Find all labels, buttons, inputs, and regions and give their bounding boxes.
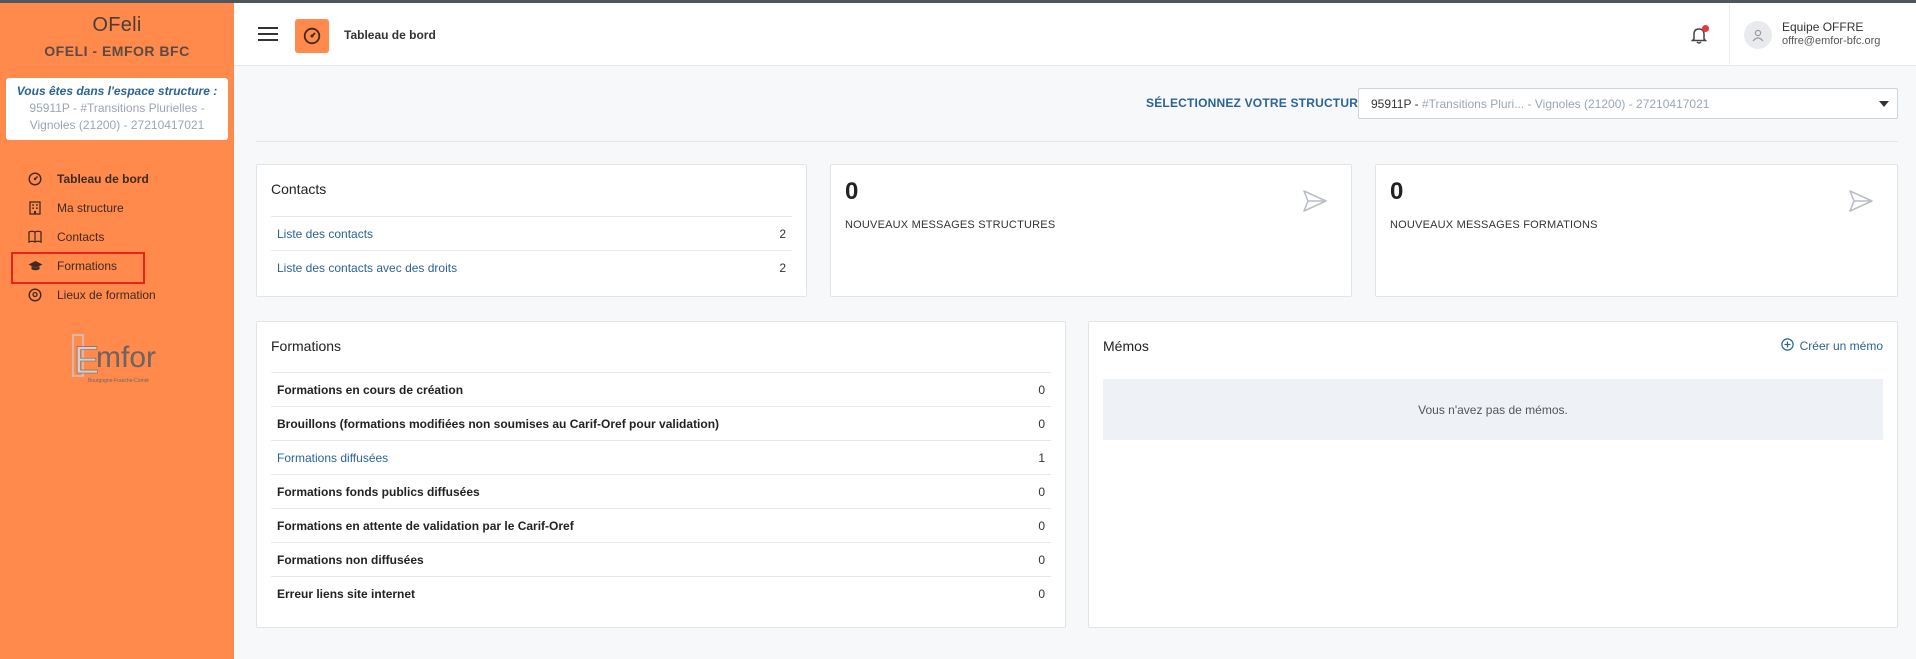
formation-row-label: Formations non diffusées	[277, 552, 424, 567]
table-row[interactable]: Erreur liens site internet 0	[271, 576, 1051, 610]
chevron-down-icon	[1879, 101, 1889, 107]
table-row[interactable]: Formations diffusées 1	[271, 440, 1051, 474]
formation-row-count: 0	[1038, 518, 1045, 533]
notification-bell-icon[interactable]	[1688, 24, 1710, 46]
formation-row-label: Erreur liens site internet	[277, 586, 416, 601]
memos-empty-state: Vous n'avez pas de mémos.	[1103, 379, 1883, 440]
top-header: Tableau de bord Equipe OFFRE offre@emfor…	[234, 3, 1916, 66]
sidebar-item-formations[interactable]: Formations	[0, 251, 234, 284]
org-name: OFELI - EMFOR BFC	[44, 43, 190, 59]
sidebar-item-contacts[interactable]: Contacts	[0, 222, 234, 251]
book-icon	[27, 229, 43, 245]
structure-select-label: SÉLECTIONNEZ VOTRE STRUCTURE	[1146, 96, 1367, 110]
list-item[interactable]: Liste des contacts 2	[271, 216, 792, 250]
plus-circle-icon	[1780, 338, 1794, 354]
table-row[interactable]: Formations non diffusées 0	[271, 542, 1051, 576]
contacts-rights-link[interactable]: Liste des contacts avec des droits	[277, 261, 457, 275]
sidebar-nav: Tableau de bord Ma structure Contacts Fo…	[0, 164, 234, 309]
svg-text:mfor: mfor	[96, 341, 156, 374]
map-pin-icon	[27, 287, 43, 303]
contacts-card: Contacts Liste des contacts 2 Liste des …	[256, 164, 807, 297]
sidebar: OFeli OFELI - EMFOR BFC Vous êtes dans l…	[0, 3, 234, 659]
dashboard-icon	[295, 19, 329, 53]
formation-row-label: Formations en cours de création	[277, 382, 464, 397]
structure-select-code: 95911P -	[1371, 97, 1422, 111]
contacts-rights-count: 2	[779, 260, 786, 275]
send-icon	[1301, 187, 1329, 215]
sidebar-item-tableau-de-bord[interactable]: Tableau de bord	[0, 164, 234, 193]
emfor-logo: E mfor Bourgogne-Franche-Comté	[70, 333, 165, 388]
formation-row-label: Brouillons (formations modifiées non sou…	[277, 416, 720, 431]
memos-card: Mémos Créer un mémo Vous n'avez pas de m…	[1088, 321, 1898, 628]
user-name[interactable]: Equipe OFFRE	[1782, 20, 1863, 34]
messages-structures-count: 0	[845, 178, 859, 205]
formation-row-label: Formations en attente de validation par …	[277, 518, 574, 533]
formation-row-label: Formations fonds publics diffusées	[277, 484, 480, 499]
formation-row-count: 0	[1038, 382, 1045, 397]
sidebar-item-label: Contacts	[57, 229, 105, 244]
messages-formations-count: 0	[1390, 178, 1404, 205]
formation-row-count: 1	[1038, 450, 1045, 465]
create-memo-button[interactable]: Créer un mémo	[1780, 338, 1883, 354]
messages-structures-label: NOUVEAUX MESSAGES STRUCTURES	[845, 219, 1056, 231]
page-title: Tableau de bord	[344, 28, 436, 42]
notification-dot	[1702, 25, 1709, 32]
space-intro: Vous êtes dans l'espace structure :	[16, 84, 218, 98]
structure-space-info: Vous êtes dans l'espace structure : 9591…	[6, 78, 228, 140]
messages-structures-card[interactable]: 0 NOUVEAUX MESSAGES STRUCTURES	[830, 164, 1352, 297]
dashboard-icon	[27, 171, 43, 187]
list-item[interactable]: Liste des contacts avec des droits 2	[271, 250, 792, 284]
section-divider	[256, 141, 1898, 142]
header-divider	[1729, 3, 1730, 66]
table-row[interactable]: Formations en cours de création 0	[271, 372, 1051, 406]
formation-row-count: 0	[1038, 416, 1045, 431]
user-email: offre@emfor-bfc.org	[1782, 35, 1881, 47]
sidebar-item-label: Lieux de formation	[57, 287, 156, 302]
table-row[interactable]: Brouillons (formations modifiées non sou…	[271, 406, 1051, 440]
create-memo-label: Créer un mémo	[1799, 339, 1883, 353]
memos-card-title: Mémos	[1103, 338, 1149, 354]
sidebar-item-lieux-de-formation[interactable]: Lieux de formation	[0, 280, 234, 309]
formation-row-count: 0	[1038, 586, 1045, 601]
contacts-list-link[interactable]: Liste des contacts	[277, 227, 373, 241]
app-name: OFeli	[92, 14, 142, 36]
sidebar-item-label: Formations	[57, 258, 118, 273]
menu-toggle-icon[interactable]	[258, 27, 278, 43]
formation-row-link[interactable]: Formations diffusées	[277, 451, 388, 465]
formations-card: Formations Formations en cours de créati…	[256, 321, 1066, 628]
structure-select-value: #Transitions Pluri... - Vignoles (21200)…	[1421, 97, 1710, 111]
formation-row-count: 0	[1038, 484, 1045, 499]
table-row[interactable]: Formations en attente de validation par …	[271, 508, 1051, 542]
emfor-logo-subtitle: Bourgogne-Franche-Comté	[88, 378, 149, 384]
contacts-card-title: Contacts	[271, 181, 327, 197]
building-icon	[27, 200, 43, 216]
sidebar-item-label: Tableau de bord	[57, 171, 149, 186]
messages-formations-card[interactable]: 0 NOUVEAUX MESSAGES FORMATIONS	[1375, 164, 1898, 297]
formations-card-title: Formations	[271, 338, 342, 354]
space-detail: 95911P - #Transitions Plurielles - Vigno…	[29, 101, 205, 132]
formation-row-count: 0	[1038, 552, 1045, 567]
sidebar-item-label: Ma structure	[57, 200, 124, 215]
user-avatar[interactable]	[1744, 21, 1772, 49]
graduation-cap-icon	[27, 258, 43, 274]
structure-select[interactable]: 95911P - #Transitions Pluri... - Vignole…	[1358, 88, 1898, 119]
sidebar-item-ma-structure[interactable]: Ma structure	[0, 193, 234, 222]
send-icon	[1847, 187, 1875, 215]
messages-formations-label: NOUVEAUX MESSAGES FORMATIONS	[1390, 219, 1598, 231]
top-border	[0, 0, 1916, 3]
contacts-count: 2	[779, 226, 786, 241]
table-row[interactable]: Formations fonds publics diffusées 0	[271, 474, 1051, 508]
